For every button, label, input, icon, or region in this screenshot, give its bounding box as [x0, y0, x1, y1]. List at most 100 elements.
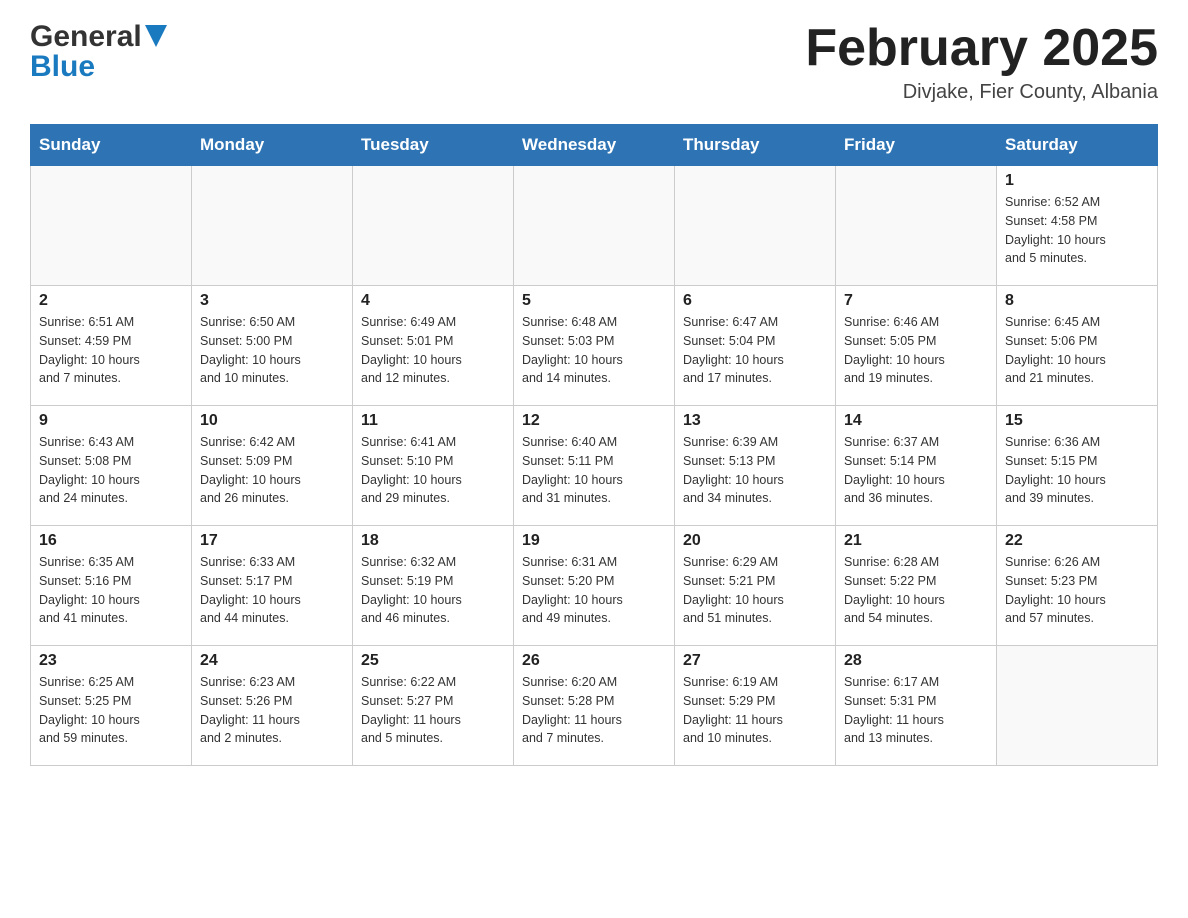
day-number: 22: [1005, 532, 1149, 550]
day-info: Sunrise: 6:17 AMSunset: 5:31 PMDaylight:…: [844, 673, 988, 748]
day-number: 19: [522, 532, 666, 550]
day-info: Sunrise: 6:31 AMSunset: 5:20 PMDaylight:…: [522, 553, 666, 628]
day-info: Sunrise: 6:45 AMSunset: 5:06 PMDaylight:…: [1005, 313, 1149, 388]
table-row: 17 Sunrise: 6:33 AMSunset: 5:17 PMDayligh…: [192, 526, 353, 646]
table-row: 25 Sunrise: 6:22 AMSunset: 5:27 PMDayligh…: [353, 646, 514, 766]
table-row: 9Sunrise: 6:43 AMSunset: 5:08 PMDaylight…: [31, 406, 192, 526]
table-row: 27 Sunrise: 6:19 AMSunset: 5:29 PMDayligh…: [675, 646, 836, 766]
day-number: 13: [683, 412, 827, 430]
day-number: 15: [1005, 412, 1149, 430]
day-number: 6: [683, 292, 827, 310]
page-header: General Blue February 2025 Divjake, Fier…: [30, 20, 1158, 104]
day-number: 5: [522, 292, 666, 310]
day-number: 23: [39, 652, 183, 670]
day-info: Sunrise: 6:32 AMSunset: 5:19 PMDaylight:…: [361, 553, 505, 628]
col-saturday: Saturday: [997, 125, 1158, 166]
day-number: 20: [683, 532, 827, 550]
table-row: 7 Sunrise: 6:46 AMSunset: 5:05 PMDaylight…: [836, 286, 997, 406]
table-row: 22 Sunrise: 6:26 AMSunset: 5:23 PMDayligh…: [997, 526, 1158, 646]
logo-blue-text: Blue: [30, 50, 167, 84]
day-number: 18: [361, 532, 505, 550]
day-number: 24: [200, 652, 344, 670]
day-info: Sunrise: 6:19 AMSunset: 5:29 PMDaylight:…: [683, 673, 827, 748]
day-number: 28: [844, 652, 988, 670]
title-block: February 2025 Divjake, Fier County, Alba…: [805, 20, 1158, 104]
day-info: Sunrise: 6:46 AMSunset: 5:05 PMDaylight:…: [844, 313, 988, 388]
day-number: 14: [844, 412, 988, 430]
day-info: Sunrise: 6:33 AMSunset: 5:17 PMDaylight:…: [200, 553, 344, 628]
table-row: 2Sunrise: 6:51 AMSunset: 4:59 PMDaylight…: [31, 286, 192, 406]
table-row: [31, 166, 192, 286]
day-number: 1: [1005, 172, 1149, 190]
col-monday: Monday: [192, 125, 353, 166]
col-friday: Friday: [836, 125, 997, 166]
table-row: [997, 646, 1158, 766]
table-row: [192, 166, 353, 286]
calendar-table: Sunday Monday Tuesday Wednesday Thursday…: [30, 124, 1158, 766]
table-row: 3Sunrise: 6:50 AMSunset: 5:00 PMDaylight…: [192, 286, 353, 406]
table-row: [514, 166, 675, 286]
table-row: 21 Sunrise: 6:28 AMSunset: 5:22 PMDayligh…: [836, 526, 997, 646]
day-info: Sunrise: 6:20 AMSunset: 5:28 PMDaylight:…: [522, 673, 666, 748]
day-number: 7: [844, 292, 988, 310]
day-info: Sunrise: 6:37 AMSunset: 5:14 PMDaylight:…: [844, 433, 988, 508]
day-number: 10: [200, 412, 344, 430]
day-number: 27: [683, 652, 827, 670]
table-row: 6Sunrise: 6:47 AMSunset: 5:04 PMDaylight…: [675, 286, 836, 406]
table-row: [836, 166, 997, 286]
day-number: 25: [361, 652, 505, 670]
logo-triangle-icon: [145, 25, 167, 47]
day-info: Sunrise: 6:35 AMSunset: 5:16 PMDaylight:…: [39, 553, 183, 628]
table-row: 16 Sunrise: 6:35 AMSunset: 5:16 PMDayligh…: [31, 526, 192, 646]
table-row: 24 Sunrise: 6:23 AMSunset: 5:26 PMDayligh…: [192, 646, 353, 766]
table-row: [675, 166, 836, 286]
table-row: 19 Sunrise: 6:31 AMSunset: 5:20 PMDayligh…: [514, 526, 675, 646]
day-number: 26: [522, 652, 666, 670]
table-row: 28 Sunrise: 6:17 AMSunset: 5:31 PMDayligh…: [836, 646, 997, 766]
day-number: 8: [1005, 292, 1149, 310]
day-number: 12: [522, 412, 666, 430]
col-sunday: Sunday: [31, 125, 192, 166]
day-number: 21: [844, 532, 988, 550]
calendar-week-row: 1 Sunrise: 6:52 AMSunset: 4:58 PMDaylight…: [31, 166, 1158, 286]
day-number: 11: [361, 412, 505, 430]
day-info: Sunrise: 6:29 AMSunset: 5:21 PMDaylight:…: [683, 553, 827, 628]
table-row: 13 Sunrise: 6:39 AMSunset: 5:13 PMDayligh…: [675, 406, 836, 526]
table-row: 26 Sunrise: 6:20 AMSunset: 5:28 PMDayligh…: [514, 646, 675, 766]
calendar-subtitle: Divjake, Fier County, Albania: [805, 81, 1158, 104]
calendar-title: February 2025: [805, 20, 1158, 77]
table-row: 1 Sunrise: 6:52 AMSunset: 4:58 PMDaylight…: [997, 166, 1158, 286]
table-row: 15 Sunrise: 6:36 AMSunset: 5:15 PMDayligh…: [997, 406, 1158, 526]
day-info: Sunrise: 6:49 AMSunset: 5:01 PMDaylight:…: [361, 313, 505, 388]
calendar-week-row: 16 Sunrise: 6:35 AMSunset: 5:16 PMDayligh…: [31, 526, 1158, 646]
table-row: 11 Sunrise: 6:41 AMSunset: 5:10 PMDayligh…: [353, 406, 514, 526]
table-row: 20 Sunrise: 6:29 AMSunset: 5:21 PMDayligh…: [675, 526, 836, 646]
table-row: 12 Sunrise: 6:40 AMSunset: 5:11 PMDayligh…: [514, 406, 675, 526]
logo: General Blue: [30, 20, 167, 84]
table-row: 10 Sunrise: 6:42 AMSunset: 5:09 PMDayligh…: [192, 406, 353, 526]
col-wednesday: Wednesday: [514, 125, 675, 166]
day-info: Sunrise: 6:52 AMSunset: 4:58 PMDaylight:…: [1005, 193, 1149, 268]
table-row: 23Sunrise: 6:25 AMSunset: 5:25 PMDayligh…: [31, 646, 192, 766]
day-info: Sunrise: 6:26 AMSunset: 5:23 PMDaylight:…: [1005, 553, 1149, 628]
day-info: Sunrise: 6:41 AMSunset: 5:10 PMDaylight:…: [361, 433, 505, 508]
day-info: Sunrise: 6:40 AMSunset: 5:11 PMDaylight:…: [522, 433, 666, 508]
table-row: 8 Sunrise: 6:45 AMSunset: 5:06 PMDaylight…: [997, 286, 1158, 406]
day-number: 16: [39, 532, 183, 550]
day-info: Sunrise: 6:42 AMSunset: 5:09 PMDaylight:…: [200, 433, 344, 508]
day-info: Sunrise: 6:43 AMSunset: 5:08 PMDaylight:…: [39, 433, 183, 508]
table-row: 18 Sunrise: 6:32 AMSunset: 5:19 PMDayligh…: [353, 526, 514, 646]
day-info: Sunrise: 6:28 AMSunset: 5:22 PMDaylight:…: [844, 553, 988, 628]
day-number: 17: [200, 532, 344, 550]
day-info: Sunrise: 6:22 AMSunset: 5:27 PMDaylight:…: [361, 673, 505, 748]
calendar-header-row: Sunday Monday Tuesday Wednesday Thursday…: [31, 125, 1158, 166]
day-info: Sunrise: 6:36 AMSunset: 5:15 PMDaylight:…: [1005, 433, 1149, 508]
table-row: 14 Sunrise: 6:37 AMSunset: 5:14 PMDayligh…: [836, 406, 997, 526]
calendar-week-row: 2Sunrise: 6:51 AMSunset: 4:59 PMDaylight…: [31, 286, 1158, 406]
day-number: 2: [39, 292, 183, 310]
calendar-week-row: 23Sunrise: 6:25 AMSunset: 5:25 PMDayligh…: [31, 646, 1158, 766]
day-info: Sunrise: 6:39 AMSunset: 5:13 PMDaylight:…: [683, 433, 827, 508]
day-info: Sunrise: 6:23 AMSunset: 5:26 PMDaylight:…: [200, 673, 344, 748]
day-number: 4: [361, 292, 505, 310]
col-tuesday: Tuesday: [353, 125, 514, 166]
